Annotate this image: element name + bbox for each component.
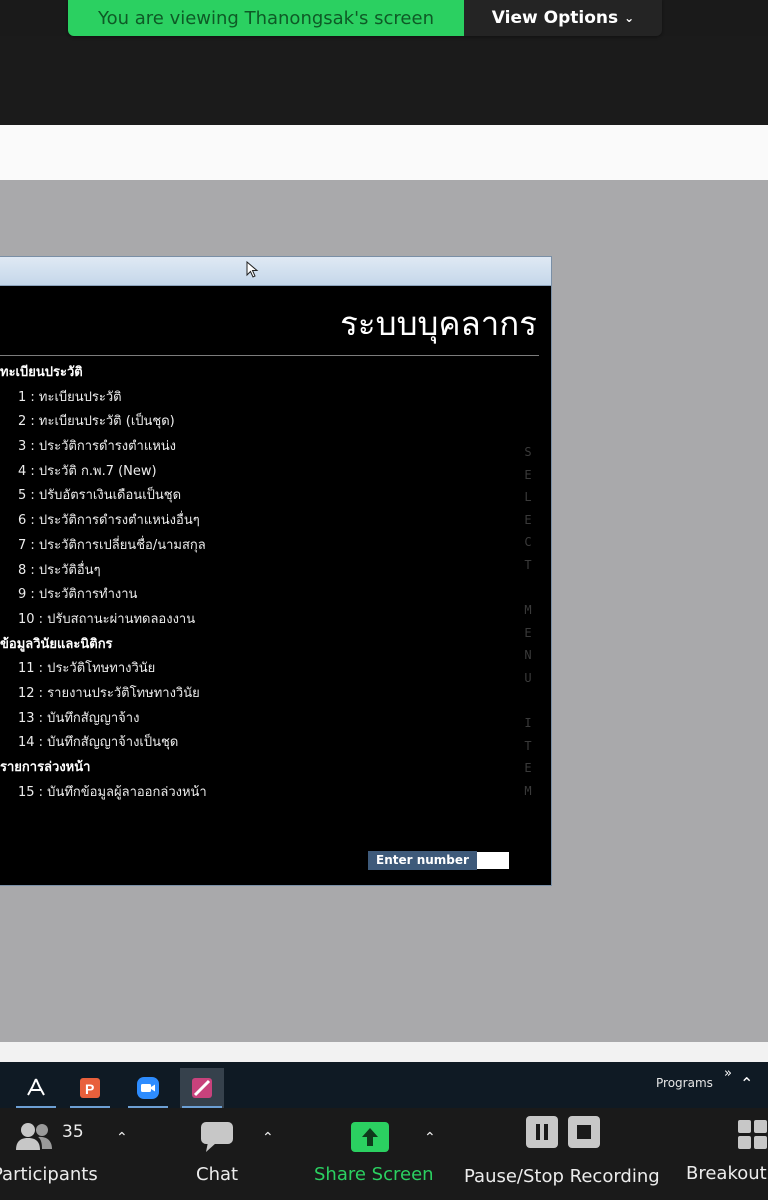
view-options-button[interactable]: View Options ⌄ (464, 0, 662, 36)
viewing-indicator: You are viewing Thanongsak's screen (68, 0, 464, 36)
share-screen-icon (351, 1122, 389, 1152)
programs-more-icon[interactable]: » (724, 1066, 732, 1081)
app-window: ระบบบุคลากร ทะเบียนประวัติ 1 : ทะเบียนประ… (0, 256, 552, 886)
menu-item[interactable]: 3 : ประวัติการดำรงตำแหน่ง (0, 435, 500, 460)
enter-number-field: Enter number (368, 851, 509, 870)
pdf-icon[interactable] (14, 1068, 58, 1108)
menu-item[interactable]: 5 : ปรับอัตราเงินเดือนเป็นชุด (0, 484, 500, 509)
svg-text:P: P (85, 1081, 94, 1097)
share-banner: You are viewing Thanongsak's screen View… (68, 0, 662, 36)
vertical-label-char: E (524, 625, 532, 640)
participants-count: 35 (62, 1122, 84, 1142)
header-dark-band (0, 36, 768, 125)
title-divider (0, 355, 539, 356)
zoom-toolbar: 35 ⌃ Participants ⌃ Chat ⌃ Share Screen … (0, 1108, 768, 1200)
chat-button[interactable]: ⌃ Chat (188, 1108, 288, 1200)
menu-item[interactable]: 9 : ประวัติการทำงาน (0, 583, 500, 608)
recording-label: Pause/Stop Recording (464, 1166, 660, 1187)
select-menu-item-label: SELECT MENU ITEM (520, 441, 536, 803)
pause-recording-button[interactable] (526, 1116, 558, 1148)
menu-item[interactable]: 10 : ปรับสถานะผ่านทดลองงาน (0, 608, 500, 633)
menu-list: ทะเบียนประวัติ 1 : ทะเบียนประวัติ 2 : ทะเบ… (0, 361, 500, 805)
stop-recording-button[interactable] (568, 1116, 600, 1148)
vertical-label-char: I (524, 716, 532, 731)
vertical-label-char: T (524, 738, 532, 753)
chat-caret-icon[interactable]: ⌃ (262, 1130, 274, 1146)
vertical-label-char: S (524, 445, 532, 459)
menu-item[interactable]: 6 : ประวัติการดำรงตำแหน่งอื่นๆ (0, 509, 500, 534)
chevron-down-icon: ⌄ (624, 11, 635, 25)
vertical-label-char: C (524, 535, 532, 550)
vertical-label-char (520, 690, 536, 713)
menu-item[interactable]: 15 : บันทึกข้อมูลผู้ลาออกล่วงหน้า (0, 781, 500, 806)
menu-item[interactable]: 12 : รายงานประวัติโทษทางวินัย (0, 682, 500, 707)
windows-taskbar: P (0, 1062, 768, 1108)
vertical-label-char: M (524, 603, 532, 618)
vertical-label-char (520, 577, 536, 600)
taskbar-chevron-up-icon[interactable]: ⌃ (740, 1074, 753, 1093)
menu-item[interactable]: 2 : ทะเบียนประวัติ (เป็นชุด) (0, 410, 500, 435)
programs-label[interactable]: Programs (656, 1076, 713, 1090)
menu-item[interactable]: 14 : บันทึกสัญญาจ้างเป็นชุด (0, 731, 500, 756)
chat-icon (201, 1122, 233, 1152)
vertical-label-char: M (524, 783, 532, 798)
share-screen-button[interactable]: ⌃ Share Screen (310, 1108, 450, 1200)
vertical-label-char: T (524, 557, 532, 572)
participants-icon (16, 1123, 52, 1150)
menu-item[interactable]: 11 : ประวัติโทษทางวินัย (0, 657, 500, 682)
view-options-label: View Options (491, 8, 619, 28)
vertical-label-char: E (524, 761, 532, 776)
app-title: ระบบบุคลากร (340, 304, 537, 343)
share-screen-label: Share Screen (314, 1164, 434, 1185)
powerpoint-icon[interactable]: P (68, 1068, 112, 1108)
participants-caret-icon[interactable]: ⌃ (116, 1130, 128, 1146)
vertical-label-char: N (524, 648, 532, 663)
recording-controls: Pause/Stop Recording (464, 1108, 674, 1200)
vertical-label-char: L (524, 490, 532, 505)
enter-number-input[interactable] (476, 852, 509, 869)
chat-label: Chat (196, 1164, 239, 1185)
header-white-band (0, 125, 768, 181)
viewing-text: You are viewing Thanongsak's screen (98, 7, 434, 29)
vertical-label-char: E (524, 512, 532, 527)
mouse-cursor-icon (246, 261, 259, 278)
zoom-icon[interactable] (126, 1068, 170, 1108)
vertical-label-char: E (524, 467, 532, 482)
enter-number-label: Enter number (368, 851, 477, 870)
desktop-bottom-strip (0, 1042, 768, 1062)
breakout-rooms-icon (738, 1120, 767, 1149)
menu-group-heading: รายการล่วงหน้า (0, 760, 91, 775)
share-caret-icon[interactable]: ⌃ (424, 1130, 436, 1146)
menu-item[interactable]: 8 : ประวัติอื่นๆ (0, 559, 500, 584)
menu-group-heading: ข้อมูลวินัยและนิติกร (0, 636, 113, 652)
menu-item[interactable]: 4 : ประวัติ ก.พ.7 (New) (0, 460, 500, 485)
menu-item[interactable]: 13 : บันทึกสัญญาจ้าง (0, 707, 500, 732)
vertical-label-char: U (524, 670, 532, 685)
menu-item[interactable]: 1 : ทะเบียนประวัติ (0, 386, 500, 411)
menu-group-heading: ทะเบียนประวัติ (0, 365, 83, 380)
menu-item[interactable]: 7 : ประวัติการเปลี่ยนชื่อ/นามสกุล (0, 534, 500, 559)
participants-label: Participants (0, 1164, 98, 1185)
breakout-rooms-button[interactable]: Breakout (680, 1108, 768, 1200)
participants-button[interactable]: 35 ⌃ Participants (0, 1108, 140, 1200)
breakout-label: Breakout (686, 1163, 767, 1184)
access-icon[interactable] (180, 1068, 224, 1108)
app-titlebar[interactable] (0, 257, 551, 286)
